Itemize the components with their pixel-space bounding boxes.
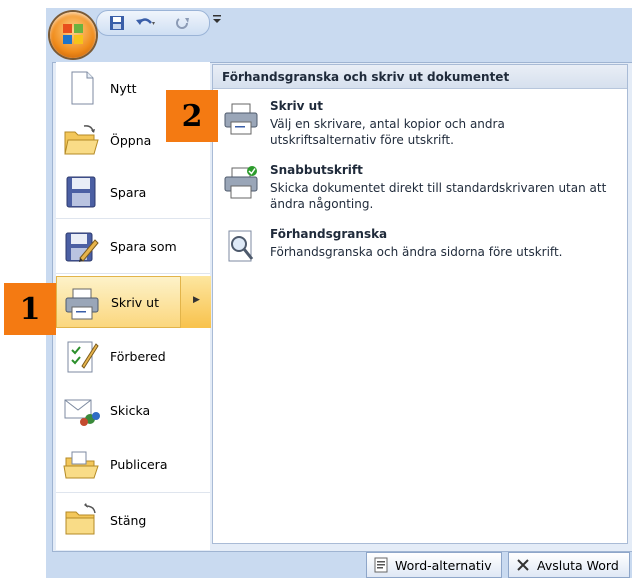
- menu-item-save-as[interactable]: Spara som ▶: [56, 220, 255, 272]
- submenu-option-print-preview[interactable]: Förhandsgranska Förhandsgranska och ändr…: [213, 227, 627, 291]
- option-description: Välj en skrivare, antal kopior och andra…: [270, 117, 505, 147]
- submenu-arrow-icon: ▶: [193, 295, 200, 305]
- publish-icon: [62, 446, 100, 482]
- menu-divider: [56, 218, 210, 219]
- annotation-badge-1: 1: [4, 283, 56, 335]
- save-disk-icon: [62, 174, 100, 210]
- submenu-header: Förhandsgranska och skriv ut dokumentet: [213, 65, 627, 89]
- menu-item-label: Spara: [110, 184, 147, 200]
- redo-icon[interactable]: [173, 13, 193, 33]
- close-icon: [515, 557, 531, 573]
- menu-item-prepare[interactable]: Förbered ▶: [56, 330, 255, 382]
- exit-word-button[interactable]: Avsluta Word: [508, 552, 630, 578]
- menu-item-label: Förbered: [110, 348, 166, 364]
- exit-word-label: Avsluta Word: [537, 557, 619, 573]
- menu-item-publish[interactable]: Publicera ▶: [56, 438, 255, 490]
- quick-access-toolbar: [96, 10, 210, 36]
- submenu-option-print[interactable]: Skriv ut Välj en skrivare, antal kopior …: [213, 99, 627, 163]
- office-logo-icon: [63, 24, 83, 44]
- close-folder-icon: [62, 502, 100, 538]
- printer-icon: [223, 101, 259, 137]
- menu-item-label: Skicka: [110, 402, 151, 418]
- menu-item-label: Öppna: [110, 132, 152, 148]
- menu-item-close[interactable]: Stäng: [56, 494, 210, 546]
- print-submenu-arrow[interactable]: ▶: [180, 276, 211, 328]
- word-options-button[interactable]: Word-alternativ: [366, 552, 502, 578]
- print-preview-icon: [223, 229, 259, 265]
- customize-toolbar-icon[interactable]: [212, 12, 222, 30]
- annotation-badge-2: 2: [166, 90, 218, 142]
- menu-item-label: Nytt: [110, 80, 137, 96]
- submenu-option-quick-print[interactable]: Snabbutskrift Skicka dokumentet direkt t…: [213, 163, 627, 227]
- save-as-icon: [62, 228, 100, 264]
- option-title: Skriv ut: [270, 99, 323, 113]
- open-folder-icon: [62, 122, 100, 158]
- options-icon: [373, 557, 389, 573]
- menu-item-label: Stäng: [110, 512, 147, 528]
- menu-item-send[interactable]: Skicka ▶: [56, 384, 255, 436]
- menu-item-label: Publicera: [110, 456, 168, 472]
- save-icon[interactable]: [107, 13, 127, 33]
- prepare-icon: [62, 338, 100, 374]
- print-submenu-panel: Förhandsgranska och skriv ut dokumentet …: [212, 64, 628, 544]
- menu-item-label: Spara som: [110, 238, 177, 254]
- menu-item-label: Skriv ut: [111, 294, 159, 310]
- quick-print-icon: [223, 165, 259, 201]
- option-description: Skicka dokumentet direkt till standardsk…: [270, 181, 607, 211]
- undo-icon[interactable]: [133, 13, 159, 33]
- word-options-label: Word-alternativ: [395, 557, 492, 573]
- menu-divider: [56, 273, 210, 274]
- option-title: Förhandsgranska: [270, 227, 388, 241]
- printer-icon: [63, 285, 101, 321]
- office-button[interactable]: [50, 12, 96, 58]
- menu-divider: [56, 492, 210, 493]
- new-document-icon: [62, 70, 100, 106]
- option-title: Snabbutskrift: [270, 163, 363, 177]
- menu-item-save[interactable]: Spara: [56, 166, 210, 218]
- send-icon: [62, 392, 100, 428]
- option-description: Förhandsgranska och ändra sidorna före u…: [270, 245, 563, 259]
